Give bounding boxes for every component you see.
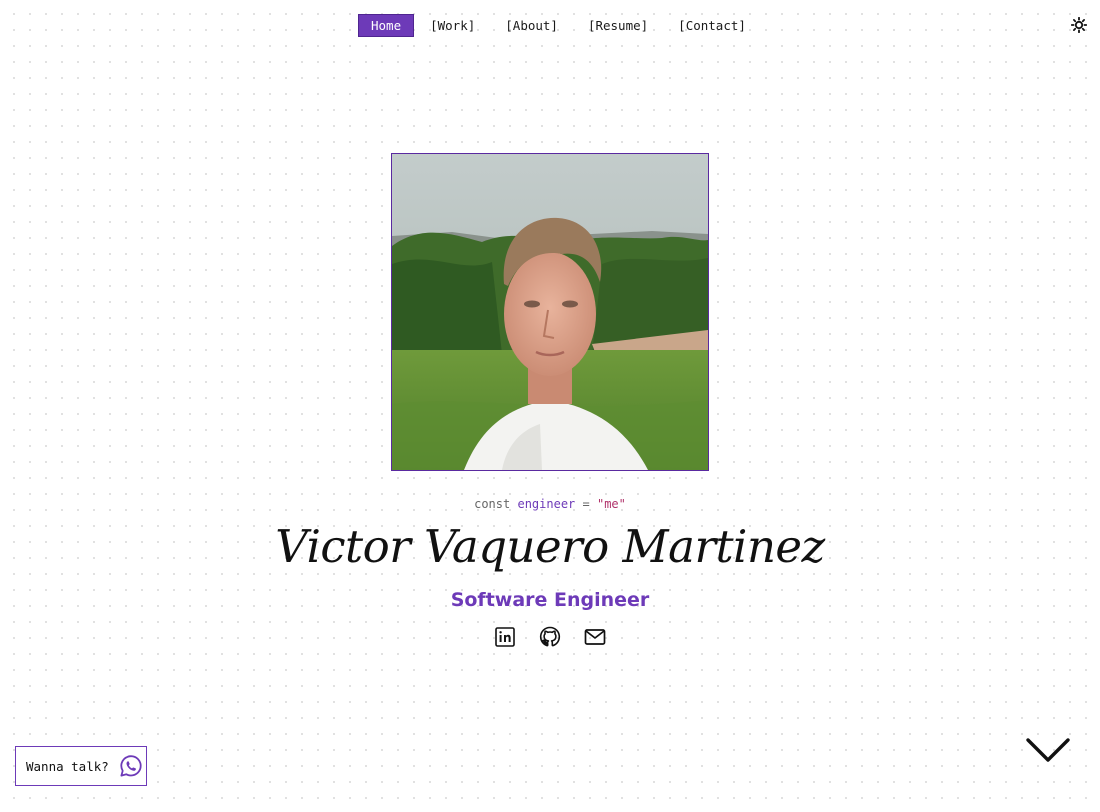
wanna-talk-label: Wanna talk?: [26, 758, 109, 774]
social-links: [493, 625, 607, 649]
code-tagline: const engineer = "me": [0, 497, 1100, 511]
nav-item-work[interactable]: [Work]: [418, 14, 487, 37]
profile-photo-image: [392, 154, 708, 470]
mail-icon[interactable]: [583, 625, 607, 649]
chevron-down-icon[interactable]: [1024, 736, 1072, 766]
code-value: "me": [596, 497, 626, 511]
code-variable: engineer: [517, 497, 576, 511]
linkedin-icon[interactable]: [493, 625, 517, 649]
page-title: Victor Vaquero Martinez: [275, 520, 825, 573]
profile-photo: [391, 153, 709, 471]
nav-item-about[interactable]: [About]: [493, 14, 570, 37]
code-operator: =: [582, 497, 590, 511]
code-keyword: const: [474, 497, 511, 511]
top-nav: Home [Work] [About] [Resume] [Contact]: [358, 14, 764, 37]
nav-item-resume[interactable]: [Resume]: [576, 14, 660, 37]
whatsapp-icon: [119, 754, 143, 778]
nav-item-contact[interactable]: [Contact]: [666, 14, 758, 37]
wanna-talk-button[interactable]: Wanna talk?: [15, 746, 147, 786]
nav-item-home[interactable]: Home: [358, 14, 415, 37]
job-title: Software Engineer: [450, 589, 650, 611]
sun-icon[interactable]: [1070, 16, 1088, 34]
github-icon[interactable]: [538, 625, 562, 649]
